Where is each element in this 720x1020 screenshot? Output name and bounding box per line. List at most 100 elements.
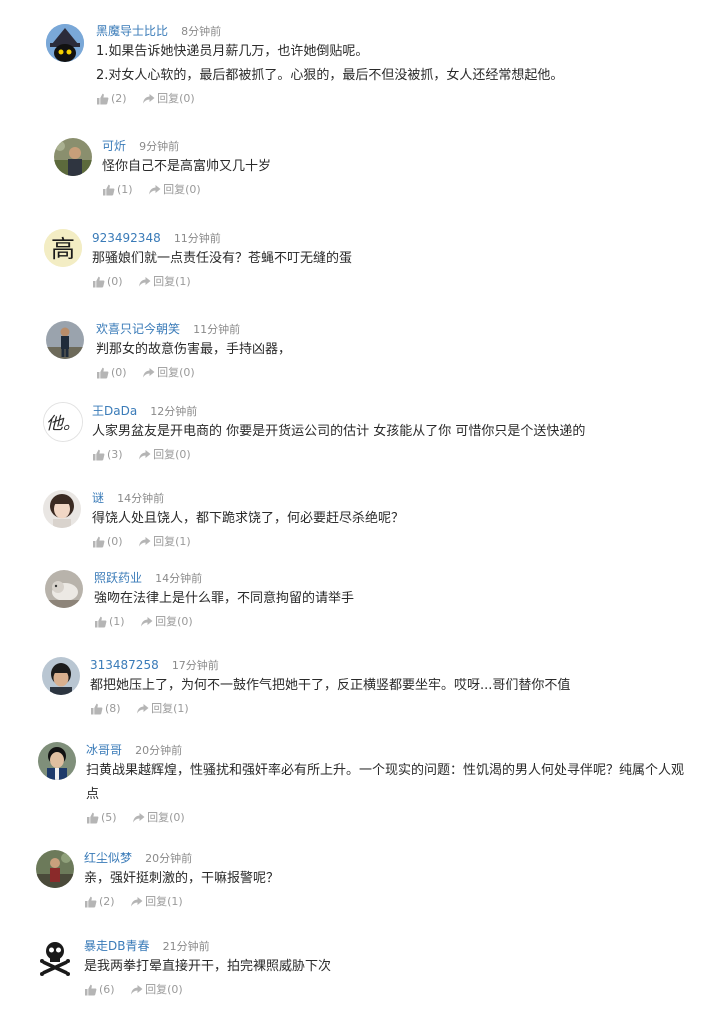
like-button[interactable]: (1) xyxy=(102,180,133,200)
comment-actions: (1) 回复(0) xyxy=(102,180,690,200)
comment-text: 怪你自己不是高富帅又几十岁 xyxy=(102,155,690,179)
comment-line: 都把她压上了，为何不一鼓作气把她干了，反正横竖都要坐牢。哎呀...哥们替你不值 xyxy=(90,678,571,693)
comment-line: 人家男盆友是开电商的 你要是开货运公司的估计 女孩能从了你 可惜你只是个送快递的 xyxy=(92,424,586,439)
photo-avatar[interactable] xyxy=(38,742,76,780)
comment-actions: (0) 回复(1) xyxy=(92,532,690,552)
reply-button[interactable]: 回复(0) xyxy=(130,980,183,1000)
photo-avatar[interactable] xyxy=(43,490,81,528)
comment-body: 王DaDa 12分钟前 人家男盆友是开电商的 你要是开货运公司的估计 女孩能从了… xyxy=(92,400,690,465)
photo-avatar[interactable] xyxy=(42,657,80,695)
comment-list: 黑魔导士比比 8分钟前 1.如果告诉她快递员月薪几万，也许她倒贴呢。 2.对女人… xyxy=(0,0,720,1020)
like-count: (1) xyxy=(109,615,125,628)
reply-button[interactable]: 回复(1) xyxy=(138,272,191,292)
username-link[interactable]: 照跃药业 xyxy=(94,571,142,585)
handwriting-avatar[interactable]: 他。 xyxy=(43,402,83,442)
thumbs-up-icon xyxy=(93,449,105,461)
timestamp: 20分钟前 xyxy=(145,852,193,865)
photo-avatar[interactable] xyxy=(46,321,84,359)
username-link[interactable]: 黑魔导士比比 xyxy=(96,24,168,38)
reply-count: 回复(1) xyxy=(153,275,191,288)
comment-line: 判那女的故意伤害最，手持凶器， xyxy=(96,342,292,357)
reply-arrow-icon xyxy=(131,985,143,995)
comment-actions: (0) 回复(1) xyxy=(92,272,690,292)
username-link[interactable]: 欢喜只记今朝笑 xyxy=(96,322,180,336)
reply-button[interactable]: 回复(0) xyxy=(142,363,195,383)
photo-avatar[interactable] xyxy=(45,570,83,608)
reply-arrow-icon xyxy=(143,94,155,104)
reply-button[interactable]: 回复(0) xyxy=(140,612,193,632)
timestamp: 9分钟前 xyxy=(139,140,180,153)
like-count: (5) xyxy=(101,811,117,824)
wizard-avatar[interactable] xyxy=(46,24,84,62)
like-count: (2) xyxy=(99,895,115,908)
reply-button[interactable]: 回复(0) xyxy=(142,89,195,109)
comment-text: 得饶人处且饶人，都下跪求饶了，何必要赶尽杀绝呢？ xyxy=(92,507,690,531)
reply-button[interactable]: 回复(1) xyxy=(130,892,183,912)
like-button[interactable]: (2) xyxy=(96,89,127,109)
comment-line: 亲，强奸挺刺激的，干嘛报警呢？ xyxy=(84,871,280,886)
comment-body: 可炘 9分钟前 怪你自己不是高富帅又几十岁 (1) 回复(0) xyxy=(102,135,690,200)
username-link[interactable]: 红尘似梦 xyxy=(84,851,132,865)
like-button[interactable]: (2) xyxy=(84,892,115,912)
photo-avatar[interactable] xyxy=(36,850,74,888)
reply-button[interactable]: 回复(0) xyxy=(148,180,201,200)
timestamp: 17分钟前 xyxy=(171,659,219,672)
reply-button[interactable]: 回复(0) xyxy=(138,445,191,465)
skull-avatar[interactable] xyxy=(36,938,74,976)
like-count: (2) xyxy=(111,92,127,105)
like-count: (1) xyxy=(117,183,133,196)
thumbs-up-icon xyxy=(95,616,107,628)
reply-arrow-icon xyxy=(141,617,153,627)
like-button[interactable]: (6) xyxy=(84,980,115,1000)
timestamp: 11分钟前 xyxy=(173,232,221,245)
reply-arrow-icon xyxy=(131,897,143,907)
comment-line: 怪你自己不是高富帅又几十岁 xyxy=(102,159,272,174)
thumbs-up-icon xyxy=(93,536,105,548)
reply-button[interactable]: 回复(0) xyxy=(132,808,185,828)
username-link[interactable]: 暴走DB青春 xyxy=(84,939,149,953)
username-link[interactable]: 可炘 xyxy=(102,139,126,153)
reply-arrow-icon xyxy=(139,450,151,460)
comment-body: 照跃药业 14分钟前 強吻在法律上是什么罪，不同意拘留的请举手 (1) 回复(0… xyxy=(94,567,690,632)
photo-avatar[interactable] xyxy=(54,138,92,176)
reply-count: 回复(0) xyxy=(147,811,185,824)
comment-text: 是我两拳打晕直接开干，拍完裸照威胁下次 xyxy=(84,955,690,979)
username-link[interactable]: 313487258 xyxy=(90,658,159,672)
reply-arrow-icon xyxy=(137,704,149,714)
comment-actions: (1) 回复(0) xyxy=(94,612,690,632)
thumbs-up-icon xyxy=(97,367,109,379)
comment-line: 扫黄战果越辉煌，性骚扰和强奸率必有所上升。一个现实的问题：性饥渴的男人何处寻伴呢… xyxy=(86,763,685,802)
comment-actions: (2) 回复(1) xyxy=(84,892,690,912)
calligraphy-avatar[interactable]: 高 xyxy=(44,229,82,267)
reply-count: 回复(0) xyxy=(153,448,191,461)
username-link[interactable]: 谜 xyxy=(92,491,104,505)
comment-text: 1.如果告诉她快递员月薪几万，也许她倒贴呢。 2.对女人心软的，最后都被抓了。心… xyxy=(96,40,690,88)
like-button[interactable]: (5) xyxy=(86,808,117,828)
thumbs-up-icon xyxy=(97,93,109,105)
comment-actions: (8) 回复(1) xyxy=(90,699,690,719)
reply-count: 回复(0) xyxy=(155,615,193,628)
reply-count: 回复(0) xyxy=(157,366,195,379)
comment-body: 923492348 11分钟前 那骚娘们就一点责任没有？苍蝇不叮无缝的蛋 (0)… xyxy=(92,227,690,292)
like-button[interactable]: (0) xyxy=(92,532,123,552)
like-count: (6) xyxy=(99,983,115,996)
username-link[interactable]: 冰哥哥 xyxy=(86,743,122,757)
like-count: (0) xyxy=(107,535,123,548)
username-link[interactable]: 王DaDa xyxy=(92,404,137,418)
comment-text: 強吻在法律上是什么罪，不同意拘留的请举手 xyxy=(94,587,690,611)
like-button[interactable]: (0) xyxy=(96,363,127,383)
like-button[interactable]: (8) xyxy=(90,699,121,719)
like-button[interactable]: (1) xyxy=(94,612,125,632)
comment-body: 冰哥哥 20分钟前 扫黄战果越辉煌，性骚扰和强奸率必有所上升。一个现实的问题：性… xyxy=(86,739,690,828)
reply-arrow-icon xyxy=(133,813,145,823)
like-button[interactable]: (3) xyxy=(92,445,123,465)
thumbs-up-icon xyxy=(93,276,105,288)
timestamp: 14分钟前 xyxy=(155,572,203,585)
comment-text: 亲，强奸挺刺激的，干嘛报警呢？ xyxy=(84,867,690,891)
comment-body: 暴走DB青春 21分钟前 是我两拳打晕直接开干，拍完裸照威胁下次 (6) 回复(… xyxy=(84,935,690,1000)
like-count: (8) xyxy=(105,702,121,715)
reply-button[interactable]: 回复(1) xyxy=(138,532,191,552)
like-button[interactable]: (0) xyxy=(92,272,123,292)
username-link[interactable]: 923492348 xyxy=(92,231,161,245)
reply-button[interactable]: 回复(1) xyxy=(136,699,189,719)
